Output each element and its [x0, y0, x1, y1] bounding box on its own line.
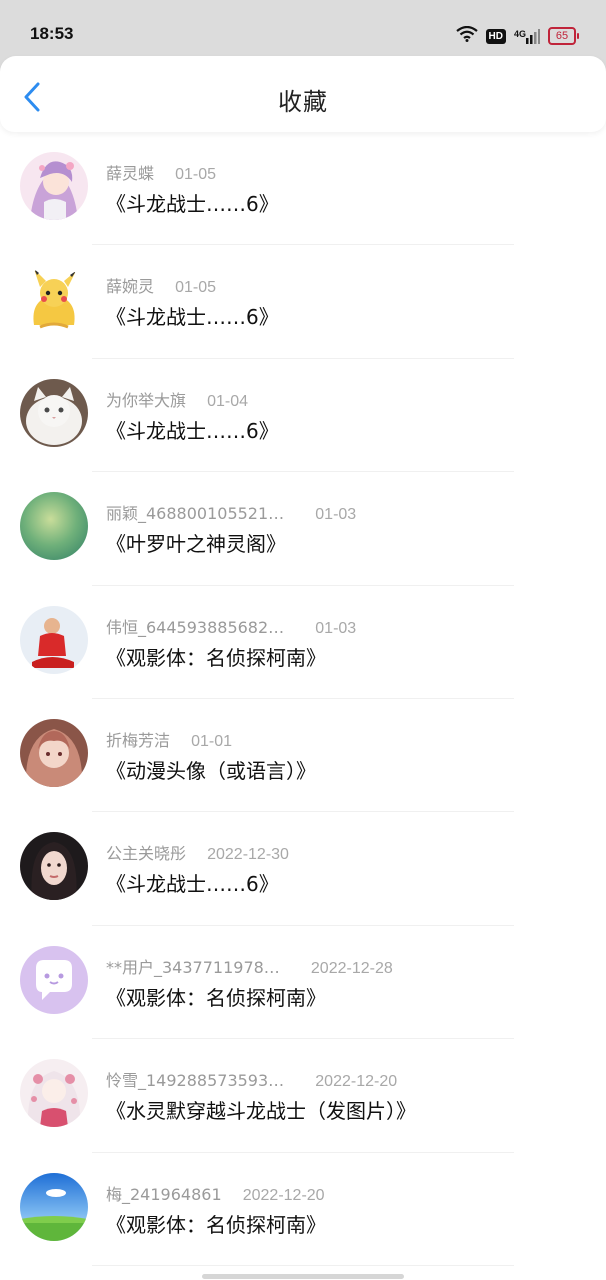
home-indicator[interactable] [202, 1274, 404, 1279]
item-meta: 薛灵蝶 01-05 [106, 160, 216, 183]
avatar[interactable] [20, 378, 88, 447]
story-title[interactable]: 《斗龙战士……6》 [106, 868, 279, 897]
favorite-item[interactable]: 丽颖_468800105521… 01-03 《叶罗叶之神灵阁》 [0, 472, 606, 586]
username[interactable]: 公主关晓彤 [106, 840, 186, 864]
favorite-item[interactable]: 为你举大旗 01-04 《斗龙战士……6》 [0, 359, 606, 473]
avatar[interactable] [20, 832, 88, 901]
favorite-item[interactable]: 薛灵蝶 01-05 《斗龙战士……6》 [0, 132, 606, 246]
username[interactable]: 薛灵蝶 [106, 160, 154, 184]
status-icons: HD 4G 65 [455, 24, 579, 48]
username[interactable]: 薛婉灵 [106, 273, 154, 297]
avatar[interactable] [20, 492, 88, 561]
avatar[interactable] [20, 265, 88, 334]
avatar[interactable] [20, 605, 88, 674]
favorite-item[interactable]: 怜雪_149288573593… 2022-12-20 《水灵默穿越斗龙战士（发… [0, 1039, 606, 1153]
favorite-item[interactable]: 伟恒_644593885682… 01-03 《观影体：名侦探柯南》 [0, 586, 606, 699]
favorite-item[interactable]: 公主关晓彤 2022-12-30 《斗龙战士……6》 [0, 812, 606, 926]
item-meta: 伟恒_644593885682… 01-03 [106, 614, 356, 637]
divider [92, 1264, 514, 1266]
date: 01-03 [315, 619, 357, 637]
signal-icon: 4G [514, 28, 540, 44]
item-meta: 丽颖_468800105521… 01-03 [106, 500, 356, 523]
status-time: 18:53 [30, 24, 74, 43]
favorite-item[interactable]: **用户_3437711978… 2022-12-28 《观影体：名侦探柯南》 [0, 926, 606, 1040]
item-meta: 折梅芳洁 01-01 [106, 727, 232, 750]
username[interactable]: 折梅芳洁 [106, 727, 170, 751]
item-meta: 薛婉灵 01-05 [106, 273, 216, 296]
network-type: 4G [513, 29, 526, 39]
avatar[interactable] [20, 1059, 88, 1128]
battery-icon: 65 [548, 27, 579, 45]
hd-icon: HD [485, 28, 506, 44]
date: 2022-12-28 [310, 959, 393, 977]
item-meta: **用户_3437711978… 2022-12-28 [106, 954, 393, 977]
date: 01-05 [175, 166, 217, 183]
favorite-item[interactable]: 梅_241964861 2022-12-20 《观影体：名侦探柯南》 [0, 1153, 606, 1266]
story-title[interactable]: 《观影体：名侦探柯南》 [106, 642, 326, 671]
favorite-item[interactable]: 薛婉灵 01-05 《斗龙战士……6》 [0, 245, 606, 359]
story-title[interactable]: 《斗龙战士……6》 [106, 188, 279, 217]
story-title[interactable]: 《叶罗叶之神灵阁》 [106, 528, 286, 557]
avatar[interactable] [20, 152, 88, 220]
date: 01-05 [175, 279, 217, 297]
favorites-list: 薛灵蝶 01-05 《斗龙战士……6》 薛婉灵 01-05 《斗龙战士……6》 … [0, 132, 606, 1266]
wifi-icon [455, 25, 478, 46]
date: 01-03 [315, 506, 357, 524]
username[interactable]: 伟恒_644593885682… [106, 614, 284, 638]
story-title[interactable]: 《斗龙战士……6》 [106, 301, 279, 330]
username[interactable]: 怜雪_149288573593… [106, 1067, 284, 1091]
story-title[interactable]: 《观影体：名侦探柯南》 [106, 982, 326, 1011]
item-meta: 怜雪_149288573593… 2022-12-20 [106, 1067, 397, 1090]
date: 2022-12-30 [207, 846, 289, 864]
username[interactable]: 为你举大旗 [106, 387, 186, 411]
story-title[interactable]: 《水灵默穿越斗龙战士（发图片）》 [106, 1095, 416, 1124]
date: 01-01 [191, 732, 233, 750]
item-meta: 梅_241964861 2022-12-20 [106, 1181, 325, 1204]
story-title[interactable]: 《观影体：名侦探柯南》 [106, 1209, 326, 1238]
story-title[interactable]: 《斗龙战士……6》 [106, 415, 279, 444]
favorite-item[interactable]: 折梅芳洁 01-01 《动漫头像（或语言）》 [0, 699, 606, 813]
date: 2022-12-20 [315, 1073, 398, 1091]
avatar[interactable] [20, 718, 88, 787]
username[interactable]: 丽颖_468800105521… [106, 500, 284, 524]
date: 01-04 [207, 392, 249, 410]
avatar[interactable] [20, 1172, 88, 1241]
item-meta: 为你举大旗 01-04 [106, 387, 248, 410]
username[interactable]: 梅_241964861 [106, 1181, 222, 1205]
story-title[interactable]: 《动漫头像（或语言）》 [106, 755, 316, 784]
page-title: 收藏 [278, 88, 328, 116]
username[interactable]: **用户_3437711978… [106, 954, 280, 978]
avatar[interactable] [20, 945, 88, 1014]
item-meta: 公主关晓彤 2022-12-30 [106, 840, 289, 863]
header-bar: 收藏 [0, 56, 606, 132]
date: 2022-12-20 [242, 1186, 325, 1204]
